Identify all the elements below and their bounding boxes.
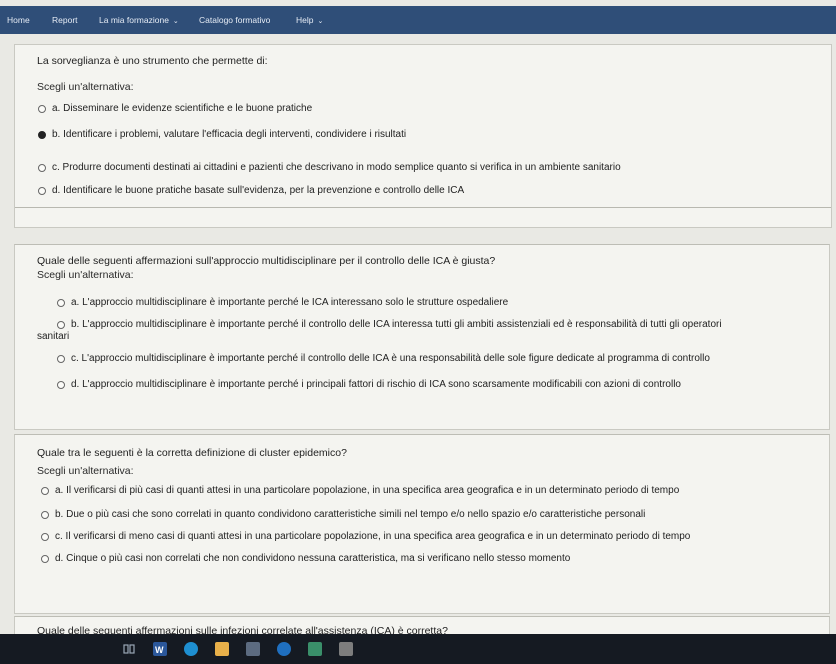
question-1-panel: La sorveglianza è uno strumento che perm…: [14, 44, 832, 228]
explorer-icon[interactable]: [215, 642, 229, 656]
radio-button-selected[interactable]: [38, 131, 46, 139]
question-1-prompt: Scegli un'alternativa:: [37, 81, 134, 93]
question-2-option-d[interactable]: d. L'approccio multidisciplinare è impor…: [57, 379, 681, 390]
outlook-icon[interactable]: [277, 642, 291, 656]
nav-catalog[interactable]: Catalogo formativo: [199, 15, 270, 25]
option-label: a. L'approccio multidisciplinare è impor…: [71, 297, 509, 308]
option-label-continued: sanitari: [37, 331, 70, 342]
option-label: a. Disseminare le evidenze scientifiche …: [52, 103, 313, 114]
app-icon[interactable]: [339, 642, 353, 656]
option-label: b. Identificare i problemi, valutare l'e…: [52, 129, 407, 140]
question-2-option-c[interactable]: c. L'approccio multidisciplinare è impor…: [57, 353, 710, 364]
taskview-icon[interactable]: [122, 642, 136, 656]
option-label: c. L'approccio multidisciplinare è impor…: [71, 353, 710, 364]
top-navbar: Home Report La mia formazione ⌄ Catalogo …: [0, 6, 836, 34]
question-2-option-b[interactable]: b. L'approccio multidisciplinare è impor…: [57, 319, 722, 330]
radio-button[interactable]: [57, 299, 65, 307]
radio-button[interactable]: [57, 381, 65, 389]
question-3-prompt: Scegli un'alternativa:: [37, 465, 134, 477]
nav-training[interactable]: La mia formazione ⌄: [99, 15, 179, 25]
question-1-option-b[interactable]: b. Identificare i problemi, valutare l'e…: [38, 129, 406, 140]
radio-button[interactable]: [57, 355, 65, 363]
question-3-panel: Quale tra le seguenti è la corretta defi…: [14, 434, 830, 614]
nav-home[interactable]: Home: [7, 15, 30, 25]
nav-report[interactable]: Report: [52, 15, 78, 25]
question-2-option-a[interactable]: a. L'approccio multidisciplinare è impor…: [57, 297, 508, 308]
radio-button[interactable]: [41, 533, 49, 541]
question-1-option-c[interactable]: c. Produrre documenti destinati ai citta…: [38, 162, 621, 173]
radio-button[interactable]: [38, 105, 46, 113]
question-1-text: La sorveglianza è uno strumento che perm…: [37, 55, 268, 67]
question-3-option-c[interactable]: c. Il verificarsi di meno casi di quanti…: [41, 531, 690, 542]
question-2-prompt: Scegli un'alternativa:: [37, 269, 134, 281]
question-1-option-d[interactable]: d. Identificare le buone pratiche basate…: [38, 185, 464, 196]
option-label: d. L'approccio multidisciplinare è impor…: [71, 379, 681, 390]
option-label: d. Identificare le buone pratiche basate…: [52, 185, 465, 196]
nav-help-label: Help: [296, 15, 314, 25]
radio-button[interactable]: [38, 164, 46, 172]
divider: [15, 207, 831, 208]
nav-help[interactable]: Help ⌄: [296, 15, 323, 25]
option-label: a. Il verificarsi di più casi di quanti …: [55, 485, 680, 496]
nav-training-label: La mia formazione: [99, 15, 169, 25]
radio-button[interactable]: [41, 511, 49, 519]
radio-button[interactable]: [41, 555, 49, 563]
photos-icon[interactable]: [308, 642, 322, 656]
option-label: c. Produrre documenti destinati ai citta…: [52, 162, 621, 173]
question-2-panel: Quale delle seguenti affermazioni sull'a…: [14, 244, 830, 430]
option-label: b. Due o più casi che sono correlati in …: [55, 509, 646, 520]
question-3-text: Quale tra le seguenti è la corretta defi…: [37, 447, 347, 459]
question-2-option-b-continued: sanitari: [37, 331, 69, 342]
question-1-option-a[interactable]: a. Disseminare le evidenze scientifiche …: [38, 103, 312, 114]
question-2-text: Quale delle seguenti affermazioni sull'a…: [37, 255, 496, 267]
question-3-option-b[interactable]: b. Due o più casi che sono correlati in …: [41, 509, 645, 520]
store-icon[interactable]: [246, 642, 260, 656]
option-label: b. L'approccio multidisciplinare è impor…: [71, 319, 722, 330]
chevron-down-icon: ⌄: [317, 18, 324, 25]
word-icon[interactable]: W: [153, 642, 167, 656]
radio-button[interactable]: [57, 321, 65, 329]
svg-text:W: W: [155, 645, 164, 655]
chevron-down-icon: ⌄: [172, 18, 179, 25]
option-label: c. Il verificarsi di meno casi di quanti…: [55, 531, 691, 542]
edge-icon[interactable]: [184, 642, 198, 656]
radio-button[interactable]: [41, 487, 49, 495]
option-label: d. Cinque o più casi non correlati che n…: [55, 553, 571, 564]
radio-button[interactable]: [38, 187, 46, 195]
question-3-option-d[interactable]: d. Cinque o più casi non correlati che n…: [41, 553, 570, 564]
taskbar: W: [0, 634, 836, 664]
question-3-option-a[interactable]: a. Il verificarsi di più casi di quanti …: [41, 485, 679, 496]
